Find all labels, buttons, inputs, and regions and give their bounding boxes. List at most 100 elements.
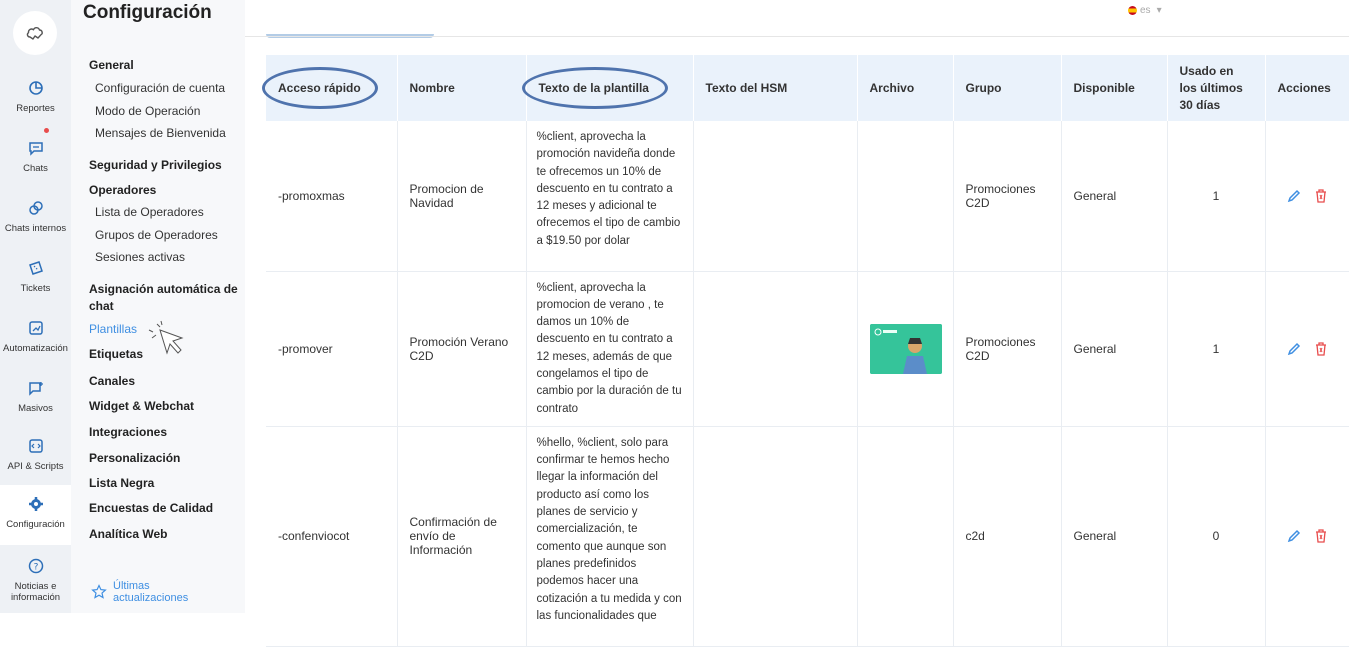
menu-section-integraciones[interactable]: Integraciones: [89, 425, 167, 439]
menu-section-seguridad[interactable]: Seguridad y Privilegios: [89, 158, 222, 172]
rail-item-chats-internos[interactable]: Chats internos: [0, 193, 71, 251]
attachment-thumbnail[interactable]: [869, 323, 942, 374]
cell-grupo: Promociones C2D: [953, 121, 1062, 272]
cell-usado: 1: [1167, 271, 1266, 427]
automation-icon: [25, 317, 47, 339]
rail-label: Noticias e información: [10, 581, 61, 603]
latest-updates-link[interactable]: Últimas actualizaciones: [91, 580, 203, 604]
annotation-oval-texto: [522, 67, 668, 109]
table-row[interactable]: -promoxmas Promocion de Navidad %client,…: [266, 121, 1349, 272]
language-code: es: [1140, 5, 1151, 16]
cell-acciones: [1265, 121, 1349, 272]
rail-item-configuracion[interactable]: Configuración: [0, 485, 71, 545]
menu-section-operadores[interactable]: Operadores: [89, 183, 156, 197]
gear-icon: [25, 493, 47, 515]
rail-label: Tickets: [20, 283, 51, 294]
rail-item-api-scripts[interactable]: API & Scripts: [0, 431, 71, 489]
cell-texto: %client, aprovecha la promocion de veran…: [526, 271, 694, 427]
menu-section-general[interactable]: General: [89, 58, 134, 72]
cell-hsm: [693, 121, 858, 272]
rail-item-chats[interactable]: Chats: [0, 133, 71, 191]
cell-nombre: Confirmación de envío de Información: [397, 426, 527, 647]
rail-label: Configuración: [6, 519, 65, 530]
rail-label: Chats: [23, 163, 48, 174]
col-header-hsm[interactable]: Texto del HSM: [693, 55, 858, 121]
menu-section-personalizacion[interactable]: Personalización: [89, 451, 180, 465]
table-header-row: Acceso rápido Nombre Texto de la plantil…: [266, 55, 1349, 121]
rail-label: Automatización: [3, 343, 68, 354]
table-row[interactable]: -promover Promoción Verano C2D %client, …: [266, 271, 1349, 427]
cell-texto: %client, aprovecha la promoción navideña…: [526, 121, 694, 272]
cell-archivo: [857, 426, 954, 647]
menu-item-sesiones[interactable]: Sesiones activas: [95, 250, 185, 264]
cell-nombre: Promoción Verano C2D: [397, 271, 527, 427]
cell-disponible: General: [1061, 271, 1168, 427]
menu-item-modo-operacion[interactable]: Modo de Operación: [95, 104, 200, 118]
rail-item-noticias[interactable]: ? Noticias e información: [0, 551, 71, 609]
language-selector[interactable]: es ▾: [1128, 5, 1162, 16]
col-header-nombre[interactable]: Nombre: [397, 55, 527, 121]
rail-label: Masivos: [18, 403, 53, 414]
menu-item-mensajes-bienvenida[interactable]: Mensajes de Bienvenida: [95, 126, 226, 140]
rail-item-masivos[interactable]: Masivos: [0, 373, 71, 431]
divider: [245, 36, 1349, 37]
latest-updates-label: Últimas actualizaciones: [113, 580, 189, 604]
pie-chart-icon: [25, 77, 47, 99]
edit-pencil-icon[interactable]: [1287, 189, 1301, 203]
menu-item-lista-operadores[interactable]: Lista de Operadores: [95, 205, 204, 219]
menu-section-analitica[interactable]: Analítica Web: [89, 527, 167, 541]
cell-nombre: Promocion de Navidad: [397, 121, 527, 272]
menu-section-encuestas[interactable]: Encuestas de Calidad: [89, 501, 213, 515]
menu-section-lista-negra[interactable]: Lista Negra: [89, 476, 154, 490]
templates-table: Acceso rápido Nombre Texto de la plantil…: [266, 55, 1349, 647]
star-icon: [91, 584, 107, 599]
cell-hsm: [693, 426, 858, 647]
icon-rail: Reportes Chats Chats internos Tickets Au…: [0, 0, 71, 613]
menu-item-plantillas[interactable]: Plantillas: [89, 322, 137, 336]
cell-usado: 1: [1167, 121, 1266, 272]
col-header-usado[interactable]: Usado en los últimos 30 días: [1167, 55, 1266, 121]
ticket-icon: [25, 257, 47, 279]
link-chat-icon: [25, 197, 47, 219]
cell-archivo: [857, 121, 954, 272]
rail-item-tickets[interactable]: Tickets: [0, 253, 71, 311]
menu-item-grupos-operadores[interactable]: Grupos de Operadores: [95, 228, 218, 242]
delete-trash-icon[interactable]: [1315, 529, 1327, 544]
cell-acciones: [1265, 426, 1349, 647]
cell-disponible: General: [1061, 121, 1168, 272]
code-icon: [25, 435, 47, 457]
notification-dot: [44, 128, 49, 133]
rail-label: API & Scripts: [7, 461, 64, 472]
menu-section-widget[interactable]: Widget & Webchat: [89, 399, 194, 413]
table-row[interactable]: -confenviocot Confirmación de envío de I…: [266, 426, 1349, 647]
edit-pencil-icon[interactable]: [1287, 529, 1301, 543]
promo-image: [869, 323, 942, 374]
delete-trash-icon[interactable]: [1315, 342, 1327, 356]
chevron-down-icon: ▾: [1156, 5, 1162, 16]
help-circle-icon: ?: [25, 555, 47, 577]
col-header-archivo[interactable]: Archivo: [857, 55, 954, 121]
cell-usado: 0: [1167, 426, 1266, 647]
menu-section-etiquetas[interactable]: Etiquetas: [89, 347, 143, 361]
cloud-logo-icon: [26, 27, 43, 40]
chat-bubble-icon: [25, 137, 47, 159]
col-header-grupo[interactable]: Grupo: [953, 55, 1062, 121]
delete-trash-icon[interactable]: [1315, 189, 1327, 203]
cell-acciones: [1265, 271, 1349, 427]
cell-disponible: General: [1061, 426, 1168, 647]
cell-grupo: c2d: [953, 426, 1062, 647]
col-header-disponible[interactable]: Disponible: [1061, 55, 1168, 121]
menu-section-asignacion[interactable]: Asignación automática de chat: [89, 281, 239, 315]
app-logo[interactable]: [13, 11, 57, 55]
cell-acceso: -promover: [266, 271, 398, 427]
rail-item-automatizacion[interactable]: Automatización: [0, 313, 71, 371]
cursor-pointer-icon: [148, 320, 184, 355]
rail-item-reportes[interactable]: Reportes: [0, 73, 71, 131]
menu-item-config-cuenta[interactable]: Configuración de cuenta: [95, 81, 225, 95]
col-header-acciones: Acciones: [1265, 55, 1349, 121]
cell-grupo: Promociones C2D: [953, 271, 1062, 427]
page-title: Configuración: [83, 2, 212, 23]
menu-section-canales[interactable]: Canales: [89, 374, 135, 388]
edit-pencil-icon[interactable]: [1287, 342, 1301, 356]
annotation-oval-acceso: [262, 67, 378, 109]
